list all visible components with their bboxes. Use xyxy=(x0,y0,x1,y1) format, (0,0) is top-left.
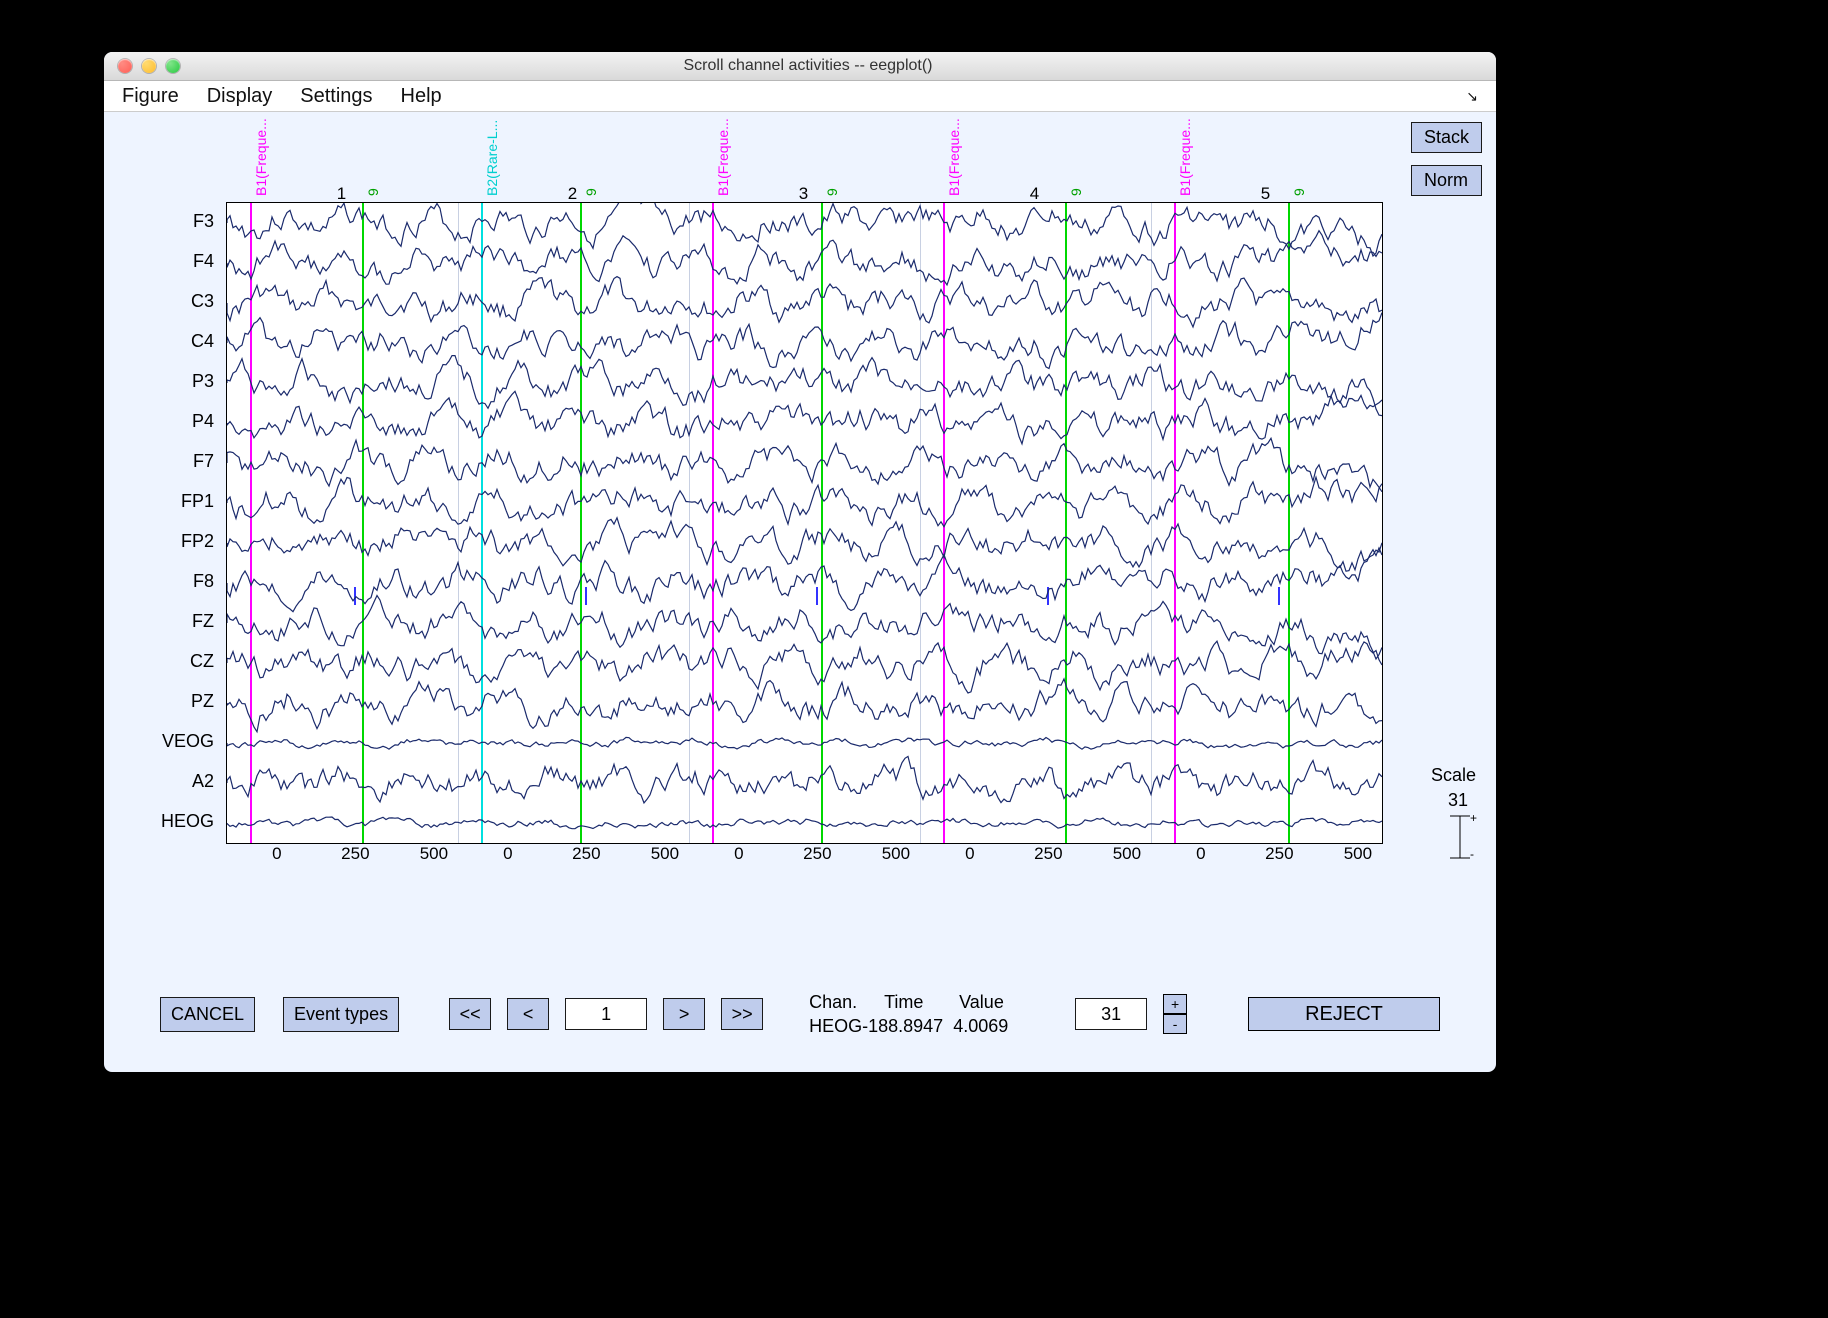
epoch-number: 2 xyxy=(568,184,577,204)
event-marker-label: 9 xyxy=(824,188,840,196)
x-tick-label: 250 xyxy=(803,844,831,864)
epoch-number: 3 xyxy=(799,184,808,204)
channel-label: PZ xyxy=(104,691,214,712)
close-icon[interactable] xyxy=(118,59,132,73)
nav-prev-button[interactable]: < xyxy=(507,998,549,1030)
event-marker-label: B1(Freque... xyxy=(1177,118,1193,196)
channel-label: C4 xyxy=(104,331,214,352)
channel-label: C3 xyxy=(104,291,214,312)
event-marker-label: B1(Freque... xyxy=(253,118,269,196)
event-marker-label: 9 xyxy=(365,188,381,196)
eeg-plot[interactable] xyxy=(226,202,1383,844)
x-tick-label: 0 xyxy=(503,844,512,864)
x-tick-label: 0 xyxy=(272,844,281,864)
scale-bar-icon: + - xyxy=(1442,812,1478,862)
epoch-number: 4 xyxy=(1030,184,1039,204)
menu-help[interactable]: Help xyxy=(401,85,442,108)
nav-next-button[interactable]: > xyxy=(663,998,705,1030)
value-value: 4.0069 xyxy=(953,1016,1008,1036)
window-controls xyxy=(104,59,180,73)
event-marker-label: B1(Freque... xyxy=(946,118,962,196)
epoch-number: 1 xyxy=(337,184,346,204)
chan-value: HEOG xyxy=(809,1016,862,1036)
x-tick-label: 500 xyxy=(882,844,910,864)
channel-label: P3 xyxy=(104,371,214,392)
event-marker-label: B2(Rare-L... xyxy=(484,120,500,196)
svg-text:-: - xyxy=(1470,847,1474,861)
window-title: Scroll channel activities -- eegplot() xyxy=(180,57,1496,75)
epoch-number: 5 xyxy=(1261,184,1270,204)
x-tick-label: 0 xyxy=(1196,844,1205,864)
amplitude-plus-button[interactable]: + xyxy=(1163,994,1187,1014)
resize-corner-icon[interactable]: ↘ xyxy=(1466,88,1478,105)
channel-label: F3 xyxy=(104,211,214,232)
channel-label: CZ xyxy=(104,651,214,672)
waveforms xyxy=(227,203,1382,843)
amplitude-minus-button[interactable]: - xyxy=(1163,1014,1187,1034)
event-marker-label: 9 xyxy=(1068,188,1084,196)
x-tick-label: 0 xyxy=(734,844,743,864)
channel-label: FP1 xyxy=(104,491,214,512)
channel-label: P4 xyxy=(104,411,214,432)
stack-button[interactable]: Stack xyxy=(1411,122,1482,153)
x-tick-label: 500 xyxy=(651,844,679,864)
time-value: -188.8947 xyxy=(862,1016,943,1036)
x-tick-label: 250 xyxy=(572,844,600,864)
channel-label: FP2 xyxy=(104,531,214,552)
nav-last-button[interactable]: >> xyxy=(721,998,763,1030)
channel-label: F8 xyxy=(104,571,214,592)
scale-label: Scale xyxy=(1431,765,1476,786)
x-tick-label: 500 xyxy=(1113,844,1141,864)
time-header: Time xyxy=(884,990,954,1014)
svg-text:+: + xyxy=(1470,812,1477,825)
minimize-icon[interactable] xyxy=(142,59,156,73)
norm-button[interactable]: Norm xyxy=(1411,165,1482,196)
cursor-readout: Chan. Time Value HEOG-188.8947 4.0069 xyxy=(809,990,1029,1038)
channel-label: F4 xyxy=(104,251,214,272)
side-buttons: Stack Norm xyxy=(1411,122,1482,196)
channel-label: A2 xyxy=(104,771,214,792)
cancel-button[interactable]: CANCEL xyxy=(160,997,255,1032)
chan-header: Chan. xyxy=(809,990,879,1014)
amplitude-input[interactable]: 31 xyxy=(1075,998,1147,1030)
zoom-icon[interactable] xyxy=(166,59,180,73)
x-tick-label: 250 xyxy=(1034,844,1062,864)
menu-display[interactable]: Display xyxy=(207,85,273,108)
event-types-button[interactable]: Event types xyxy=(283,997,399,1032)
app-window: Scroll channel activities -- eegplot() F… xyxy=(104,52,1496,1072)
bottom-toolbar: CANCEL Event types << < 1 > >> Chan. Tim… xyxy=(104,974,1496,1054)
scale-value: 31 xyxy=(1448,790,1468,811)
value-header: Value xyxy=(959,990,1029,1014)
menu-settings[interactable]: Settings xyxy=(300,85,372,108)
x-tick-label: 500 xyxy=(420,844,448,864)
x-tick-label: 250 xyxy=(1265,844,1293,864)
x-tick-label: 250 xyxy=(341,844,369,864)
reject-button[interactable]: REJECT xyxy=(1248,997,1440,1031)
position-input[interactable]: 1 xyxy=(565,998,647,1030)
event-marker-label: 9 xyxy=(583,188,599,196)
nav-first-button[interactable]: << xyxy=(449,998,491,1030)
titlebar[interactable]: Scroll channel activities -- eegplot() xyxy=(104,52,1496,81)
event-marker-label: B1(Freque... xyxy=(715,118,731,196)
channel-label: FZ xyxy=(104,611,214,632)
amplitude-stepper: + - xyxy=(1163,994,1187,1034)
channel-label: F7 xyxy=(104,451,214,472)
channel-label: HEOG xyxy=(104,811,214,832)
event-marker-label: 9 xyxy=(1291,188,1307,196)
menubar: Figure Display Settings Help ↘ xyxy=(104,81,1496,112)
x-tick-label: 500 xyxy=(1344,844,1372,864)
menu-figure[interactable]: Figure xyxy=(122,85,179,108)
x-tick-label: 0 xyxy=(965,844,974,864)
channel-label: VEOG xyxy=(104,731,214,752)
